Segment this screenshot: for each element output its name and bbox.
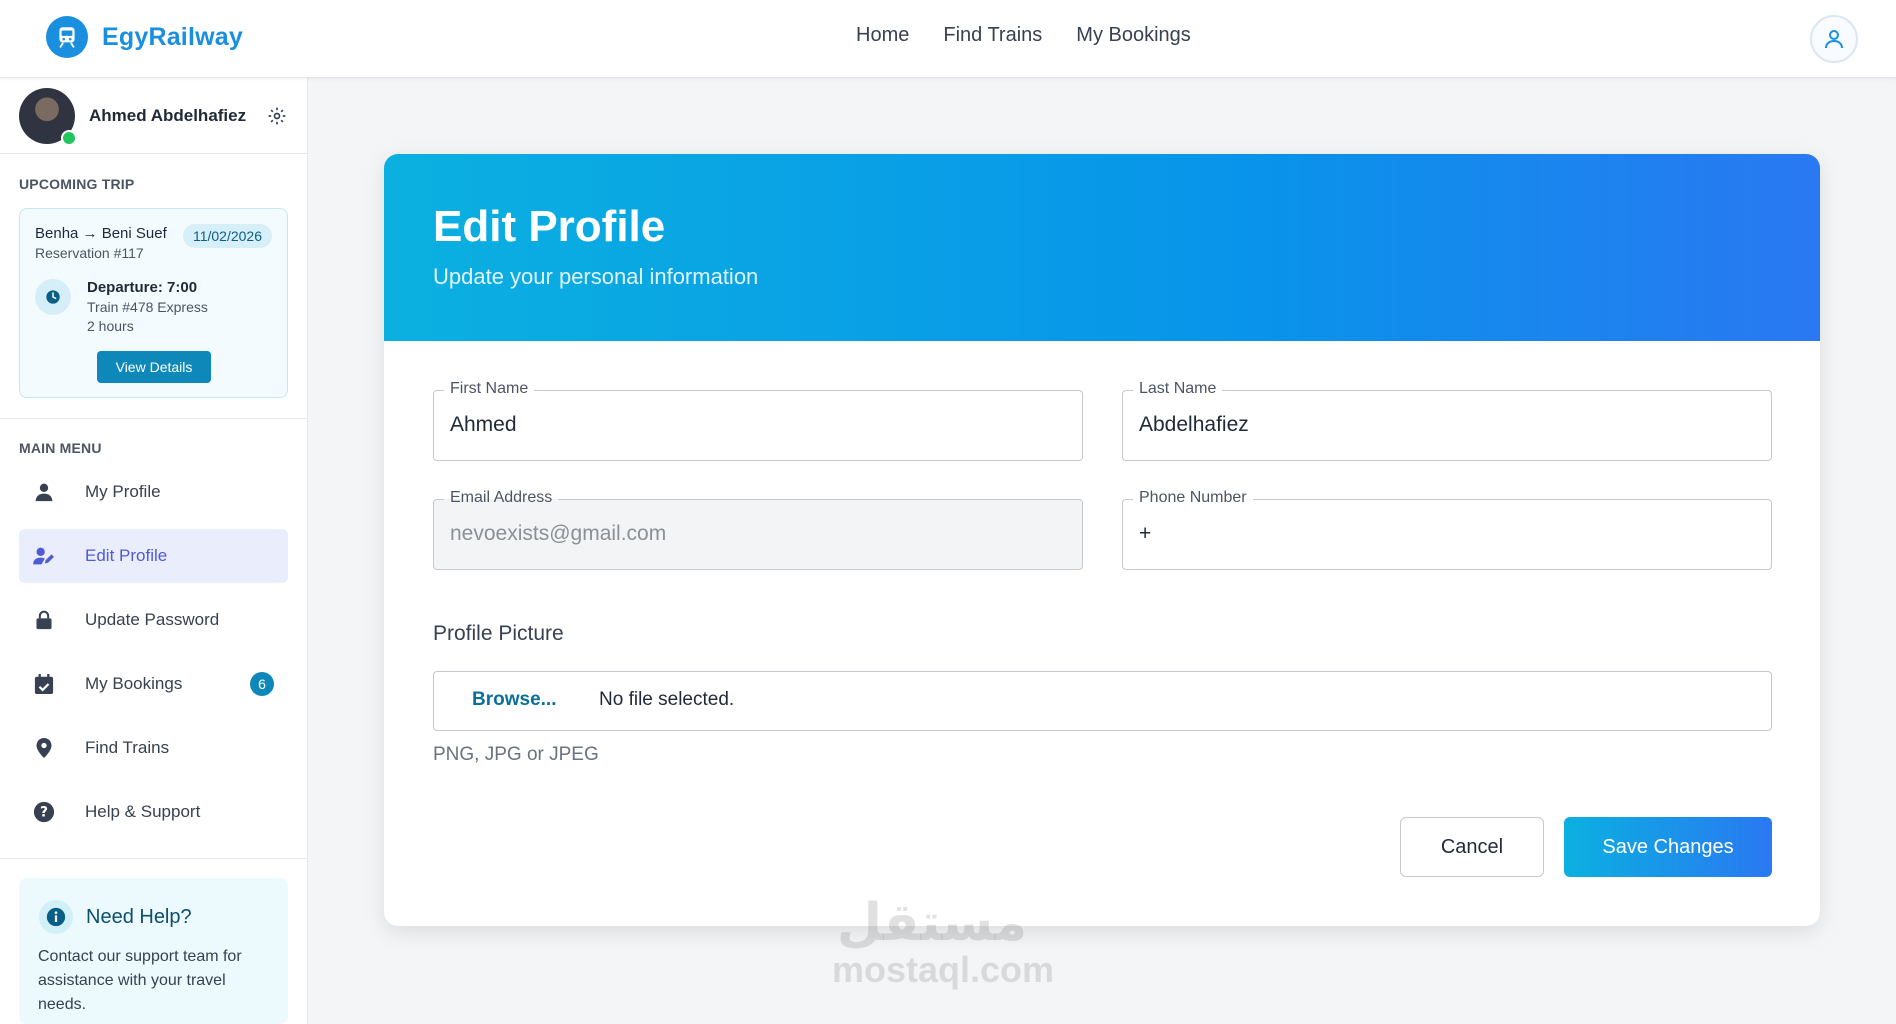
trip-reservation: Reservation #117 [35,245,144,261]
card-header: Edit Profile Update your personal inform… [384,154,1820,341]
phone-input[interactable] [1139,522,1755,546]
nav-home-link[interactable]: Home [856,24,909,47]
bookings-count-badge: 6 [250,672,274,696]
need-help-card: Need Help? Contact our support team for … [19,878,288,1024]
train-logo-icon [46,16,88,58]
help-text: Contact our support team for assistance … [38,948,242,1013]
sidebar-user-name: Ahmed Abdelhafiez [89,105,247,125]
cancel-button[interactable]: Cancel [1400,817,1544,877]
main-menu-label: MAIN MENU [19,440,102,456]
user-edit-icon [33,545,55,567]
last-name-input[interactable] [1139,413,1755,437]
nav-find-trains-link[interactable]: Find Trains [943,24,1042,47]
avatar[interactable] [19,87,77,146]
info-icon [39,900,73,934]
last-name-label: Last Name [1133,380,1223,398]
watermark-arabic: مستقل [836,893,1028,953]
trip-departure: Departure: 7:00 [87,279,198,296]
phone-label: Phone Number [1133,489,1253,507]
trip-route: Benha → Beni Suef [35,225,167,242]
file-format-hint: PNG, JPG or JPEG [433,744,599,765]
sidebar-divider [0,418,307,419]
watermark-latin: mostaql.com [832,949,1055,990]
view-details-button[interactable]: View Details [97,351,211,383]
sidebar-item-edit-profile[interactable]: Edit Profile [19,529,288,583]
user-icon [1825,30,1843,49]
sidebar: Ahmed Abdelhafiez UPCOMING TRIP Benha → … [0,78,308,1024]
sidebar-item-label: My Profile [85,482,161,501]
sidebar-item-label: My Bookings [85,674,183,693]
last-name-field[interactable]: Last Name [1122,380,1772,461]
email-input [450,522,1066,546]
sidebar-item-update-password[interactable]: Update Password [19,593,288,647]
phone-field[interactable]: Phone Number [1122,489,1772,570]
brand-name: EgyRailway [102,22,243,51]
first-name-input[interactable] [450,413,1066,437]
profile-picture-label: Profile Picture [433,622,564,645]
trip-train: Train #478 Express [87,299,208,315]
map-pin-icon [33,737,55,759]
file-status: No file selected. [599,689,735,710]
sidebar-item-label: Help & Support [85,802,201,821]
gear-icon[interactable] [267,106,287,131]
clock-icon [35,279,71,315]
brand[interactable]: EgyRailway [46,16,243,58]
browse-button[interactable]: Browse... [472,689,556,711]
sidebar-item-label: Find Trains [85,738,170,757]
email-field: Email Address [433,489,1083,570]
profile-picture-file-input[interactable]: Browse... No file selected. [433,671,1772,731]
upcoming-trip-card: Benha → Beni Suef Reservation #117 11/02… [19,208,288,398]
page-title: Edit Profile [433,202,666,251]
trip-duration: 2 hours [87,318,134,334]
online-status-dot [61,129,77,146]
main-nav: Home Find Trains My Bookings [856,24,1191,47]
sidebar-divider [0,858,307,859]
sidebar-item-my-profile[interactable]: My Profile [19,465,288,519]
sidebar-item-my-bookings[interactable]: My Bookings 6 [19,657,288,711]
help-title: Need Help? [86,906,192,928]
email-label: Email Address [444,489,559,507]
page-subtitle: Update your personal information [433,264,759,289]
sidebar-item-help-support[interactable]: ? Help & Support [19,785,288,839]
nav-my-bookings-link[interactable]: My Bookings [1076,24,1191,47]
trip-date-badge: 11/02/2026 [182,224,272,248]
question-icon: ? [33,801,55,823]
lock-icon [33,609,55,631]
top-navbar: EgyRailway Home Find Trains My Bookings [0,0,1896,78]
watermark: مستقل mostaql.com [832,893,1055,990]
sidebar-item-find-trains[interactable]: Find Trains [19,721,288,775]
user-menu-button[interactable] [1810,15,1858,63]
sidebar-item-label: Edit Profile [85,546,168,565]
sidebar-profile: Ahmed Abdelhafiez [0,78,307,154]
first-name-label: First Name [444,380,535,398]
first-name-field[interactable]: First Name [433,380,1083,461]
edit-profile-card: Edit Profile Update your personal inform… [384,154,1820,926]
sidebar-menu: My Profile Edit Profile Update Password … [19,465,288,849]
svg-text:?: ? [40,805,48,821]
upcoming-trip-label: UPCOMING TRIP [19,176,135,192]
save-changes-button[interactable]: Save Changes [1564,817,1772,877]
sidebar-item-label: Update Password [85,610,220,629]
user-icon [33,481,55,503]
calendar-check-icon [33,673,55,695]
